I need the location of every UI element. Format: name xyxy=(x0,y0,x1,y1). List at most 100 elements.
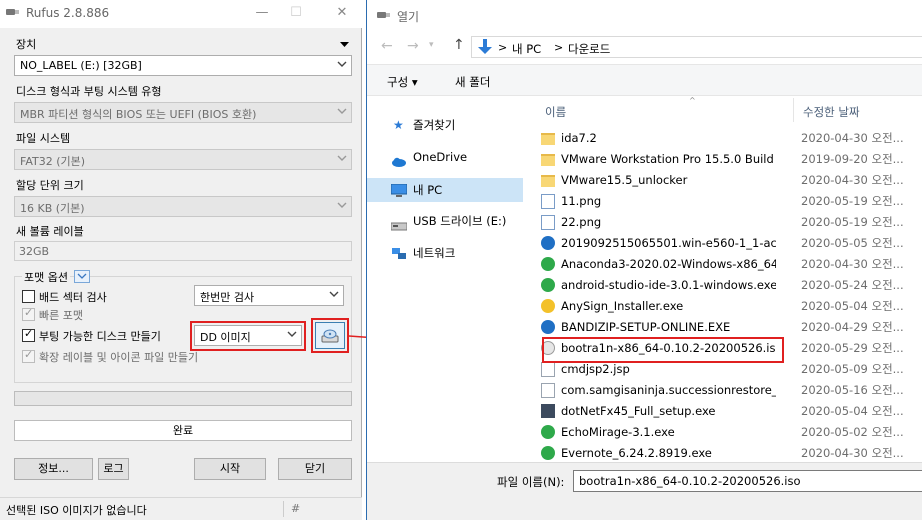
cloud-icon xyxy=(391,152,407,174)
file-row[interactable]: android-studio-ide-3.0.1-windows.exe 2020… xyxy=(539,275,922,296)
filesystem-value: FAT32 (기본) xyxy=(20,155,86,168)
file-row[interactable]: ida7.2 2020-04-30 오전... xyxy=(539,128,922,149)
log-button[interactable]: 로그 xyxy=(98,458,129,480)
file-row[interactable]: 11.png 2020-05-19 오전... xyxy=(539,191,922,212)
about-button[interactable]: 정보... xyxy=(14,458,93,480)
file-date: 2020-05-02 오전... xyxy=(801,425,904,439)
recent-dropdown-icon[interactable]: ▾ xyxy=(429,40,434,50)
column-divider[interactable] xyxy=(793,98,794,122)
dialog-app-icon xyxy=(377,10,391,23)
file-row[interactable]: 22.png 2020-05-19 오전... xyxy=(539,212,922,233)
statusbar-text: 선택된 ISO 이미지가 없습니다 xyxy=(6,504,147,517)
anysign-icon xyxy=(541,299,555,313)
file-row[interactable]: 2019092515065501.win-e560-1_1-acd.... 202… xyxy=(539,233,922,254)
format-options-toggle-icon[interactable] xyxy=(74,270,90,283)
computer-icon xyxy=(390,183,408,205)
maximize-button[interactable]: ☐ xyxy=(286,4,306,22)
breadcrumb-this-pc[interactable]: 내 PC xyxy=(512,41,541,57)
file-row[interactable]: EchoMirage-3.1.exe 2020-05-02 오전... xyxy=(539,422,922,443)
file-row[interactable]: Evernote_6.24.2.8919.exe 2020-04-30 오전... xyxy=(539,443,922,462)
select-image-button[interactable] xyxy=(315,322,345,349)
image-file-icon xyxy=(541,215,555,230)
file-date: 2020-05-04 오전... xyxy=(801,299,904,313)
file-date: 2020-05-05 오전... xyxy=(801,236,904,250)
file-date: 2020-04-30 오전... xyxy=(801,173,904,187)
close-dialog-button[interactable]: 닫기 xyxy=(278,458,352,480)
network-icon xyxy=(391,246,407,268)
folder-icon xyxy=(541,133,555,145)
breadcrumb-downloads[interactable]: 다운로드 xyxy=(568,41,610,57)
bad-sector-pass-value: 한번만 검사 xyxy=(200,291,255,304)
partition-scheme-value: MBR 파티션 형식의 BIOS 또는 UEFI (BIOS 호환) xyxy=(20,108,257,121)
file-row[interactable]: Anaconda3-2020.02-Windows-x86_64.... 2020… xyxy=(539,254,922,275)
minimize-button[interactable]: — xyxy=(252,4,272,22)
file-name: EchoMirage-3.1.exe xyxy=(561,425,675,439)
filename-label: 파일 이름(N): xyxy=(497,475,565,489)
image-file-icon xyxy=(541,194,555,209)
file-row[interactable]: VMware Workstation Pro 15.5.0 Build 1...… xyxy=(539,149,922,170)
breadcrumb-separator: > xyxy=(554,41,564,54)
new-folder-button[interactable]: 새 폴더 xyxy=(455,74,490,90)
bad-sector-label: 배드 섹터 검사 xyxy=(39,291,107,304)
usb-drive-icon xyxy=(390,216,408,238)
quick-format-checkbox[interactable]: ✓ xyxy=(22,306,35,321)
device-menu-arrow-icon[interactable] xyxy=(340,38,349,51)
bad-sector-pass-select[interactable]: 한번만 검사 xyxy=(194,285,344,306)
dotnet-icon xyxy=(541,404,555,418)
file-date: 2020-05-19 오전... xyxy=(801,194,904,208)
file-row[interactable]: VMware15.5_unlocker 2020-04-30 오전... xyxy=(539,170,922,191)
forward-arrow-icon[interactable]: → xyxy=(407,38,419,54)
folder-icon xyxy=(541,175,555,187)
close-button[interactable]: ✕ xyxy=(332,4,352,22)
nav-item-usb-drive[interactable]: USB 드라이브 (E:) xyxy=(367,210,527,232)
breadcrumb-separator: > xyxy=(498,41,508,54)
column-header-date[interactable]: 수정한 날짜 xyxy=(803,104,860,120)
downloads-arrow-icon xyxy=(478,39,492,58)
extended-label-checkbox[interactable]: ✓ xyxy=(22,348,35,363)
device-select[interactable]: NO_LABEL (E:) [32GB] xyxy=(14,55,352,76)
organize-button[interactable]: 구성 ▾ xyxy=(387,74,418,90)
nav-item-network[interactable]: 네트워크 xyxy=(367,242,527,264)
rufus-title: Rufus 2.8.886 xyxy=(26,6,110,20)
filesystem-select[interactable]: FAT32 (기본) xyxy=(14,149,352,170)
boot-type-select[interactable]: DD 이미지 xyxy=(194,325,302,346)
android-studio-icon xyxy=(541,278,555,292)
address-bar[interactable]: > 내 PC > 다운로드 xyxy=(471,36,922,58)
partition-scheme-select[interactable]: MBR 파티션 형식의 BIOS 또는 UEFI (BIOS 호환) xyxy=(14,102,352,123)
up-arrow-icon[interactable]: ↑ xyxy=(453,37,465,53)
file-date: 2020-04-30 오전... xyxy=(801,131,904,145)
nav-item-this-pc[interactable]: 내 PC xyxy=(367,178,523,202)
file-name: android-studio-ide-3.0.1-windows.exe xyxy=(561,278,776,292)
navigation-pane: ★ 즐겨찾기 OneDrive 내 PC USB 드라이브 (E:) 네트워크 xyxy=(367,96,527,462)
file-name: VMware Workstation Pro 15.5.0 Build 1... xyxy=(561,152,776,166)
file-row[interactable]: dotNetFx45_Full_setup.exe 2020-05-04 오전..… xyxy=(539,401,922,422)
filename-input[interactable]: bootra1n-x86_64-0.10.2-20200526.iso xyxy=(573,470,922,492)
file-name: BANDIZIP-SETUP-ONLINE.EXE xyxy=(561,320,731,334)
cluster-size-select[interactable]: 16 KB (기본) xyxy=(14,196,352,217)
file-row[interactable]: BANDIZIP-SETUP-ONLINE.EXE 2020-04-29 오전..… xyxy=(539,317,922,338)
nav-item-favorites[interactable]: ★ 즐겨찾기 xyxy=(367,114,527,136)
nav-item-label: 즐겨찾기 xyxy=(413,118,456,132)
bootable-checkbox[interactable]: ✓ xyxy=(22,327,35,342)
file-name: Anaconda3-2020.02-Windows-x86_64.... xyxy=(561,257,776,271)
back-arrow-icon[interactable]: ← xyxy=(381,38,393,54)
file-row[interactable]: AnySign_Installer.exe 2020-05-04 오전... xyxy=(539,296,922,317)
filesystem-label: 파일 시스템 xyxy=(16,132,71,145)
chevron-down-icon xyxy=(337,202,347,208)
column-header-name[interactable]: 이름 xyxy=(545,104,566,120)
start-button[interactable]: 시작 xyxy=(194,458,266,480)
file-row[interactable]: com.samgisaninja.successionrestore_1.4..… xyxy=(539,380,922,401)
file-name: ida7.2 xyxy=(561,131,597,145)
volume-label-input[interactable]: 32GB xyxy=(14,241,352,261)
file-list: 이름 ^ 수정한 날짜 ida7.2 2020-04-30 오전... VMware… xyxy=(539,96,922,462)
file-date: 2020-05-09 오전... xyxy=(801,362,904,376)
volume-label-label: 새 볼륨 레이블 xyxy=(16,225,84,238)
bad-sector-checkbox[interactable] xyxy=(22,290,35,303)
file-date: 2020-05-19 오전... xyxy=(801,215,904,229)
hash-button[interactable]: # xyxy=(291,502,300,515)
nav-item-onedrive[interactable]: OneDrive xyxy=(367,146,527,168)
echomirage-icon xyxy=(541,425,555,439)
cluster-size-value: 16 KB (기본) xyxy=(20,202,85,215)
chevron-down-icon xyxy=(337,155,347,161)
status-text: 완료 xyxy=(172,424,194,437)
